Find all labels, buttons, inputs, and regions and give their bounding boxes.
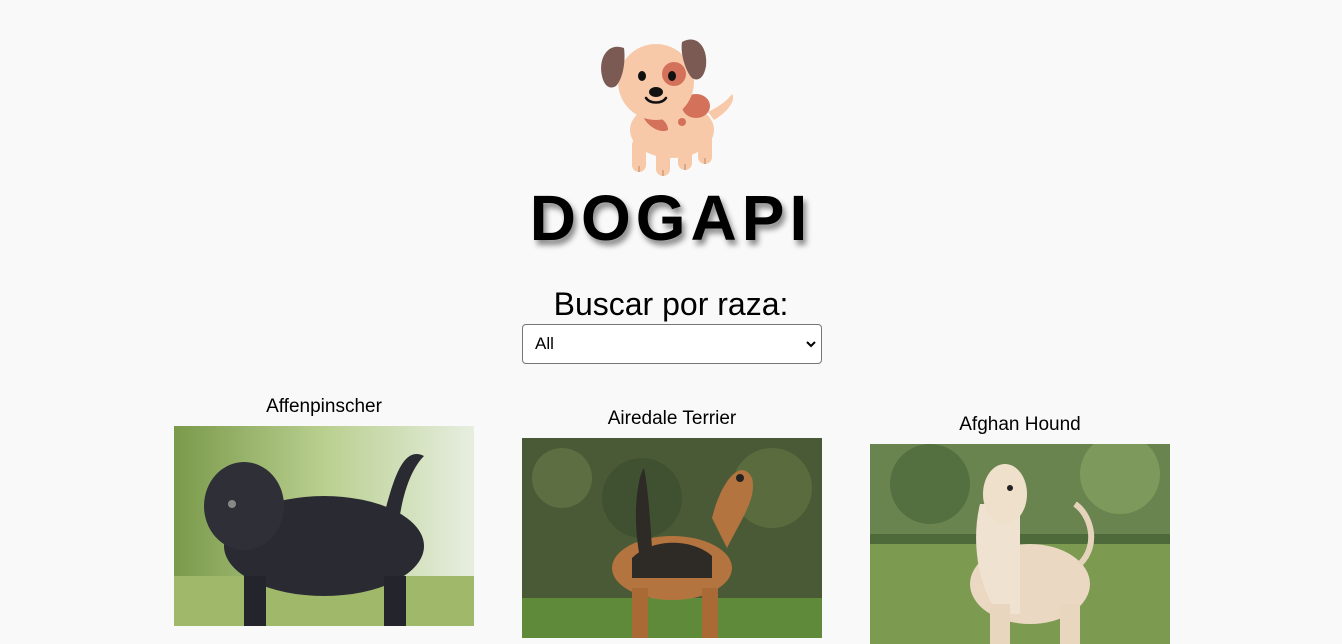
breed-name: Afghan Hound — [959, 414, 1081, 435]
site-title: DOGAPI — [529, 182, 813, 254]
breed-name: Airedale Terrier — [607, 408, 737, 429]
breed-select-value: All — [535, 334, 554, 353]
dog-logo-icon — [596, 34, 738, 178]
chevron-down-icon — [806, 341, 816, 348]
breed-photo[interactable] — [522, 438, 822, 638]
breed-select[interactable]: All — [522, 324, 822, 364]
breed-photo[interactable] — [174, 426, 474, 626]
breed-card[interactable]: Affenpinscher — [174, 396, 474, 626]
breed-card[interactable]: Airedale Terrier — [522, 408, 822, 638]
search-label: Buscar por raza: — [553, 286, 789, 322]
breed-name: Affenpinscher — [266, 396, 382, 417]
breed-photo[interactable] — [870, 444, 1170, 644]
